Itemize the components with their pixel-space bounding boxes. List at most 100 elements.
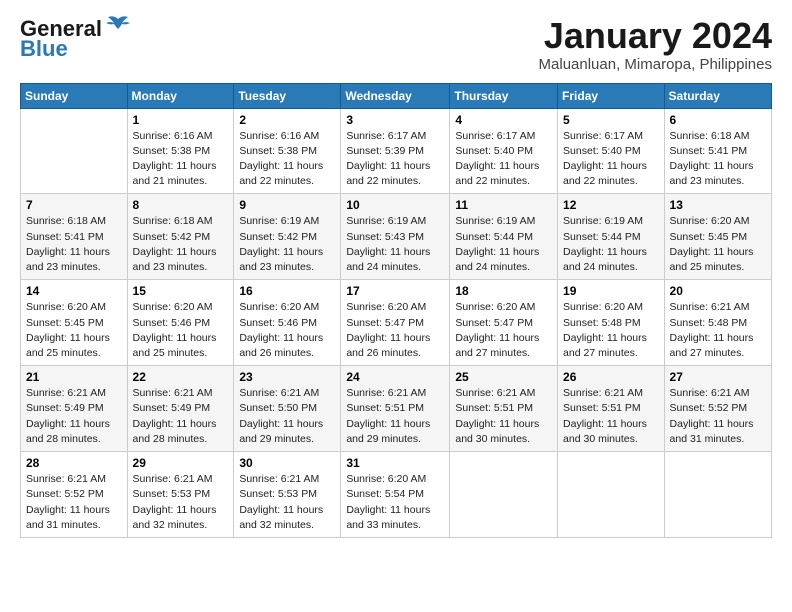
header-day: Sunday	[21, 83, 128, 108]
day-info: Sunrise: 6:20 AMSunset: 5:46 PMDaylight:…	[239, 300, 335, 361]
header-day: Monday	[127, 83, 234, 108]
day-info: Sunrise: 6:21 AMSunset: 5:50 PMDaylight:…	[239, 386, 335, 447]
week-row: 21 Sunrise: 6:21 AMSunset: 5:49 PMDayligh…	[21, 366, 772, 452]
day-info: Sunrise: 6:19 AMSunset: 5:43 PMDaylight:…	[346, 214, 444, 275]
day-cell: 6Sunrise: 6:18 AMSunset: 5:41 PMDaylight…	[664, 108, 771, 194]
day-info: Sunrise: 6:20 AMSunset: 5:47 PMDaylight:…	[346, 300, 444, 361]
day-number: 12	[563, 198, 659, 212]
day-cell	[21, 108, 128, 194]
day-info: Sunrise: 6:21 AMSunset: 5:51 PMDaylight:…	[346, 386, 444, 447]
day-number: 31	[346, 456, 444, 470]
day-info: Sunrise: 6:17 AMSunset: 5:40 PMDaylight:…	[455, 129, 552, 190]
day-cell: 1 Sunrise: 6:16 AMSunset: 5:38 PMDaylight…	[127, 108, 234, 194]
day-number: 10	[346, 198, 444, 212]
day-info: Sunrise: 6:21 AMSunset: 5:52 PMDaylight:…	[26, 472, 122, 533]
day-cell: 3 Sunrise: 6:17 AMSunset: 5:39 PMDaylight…	[341, 108, 450, 194]
day-info: Sunrise: 6:21 AMSunset: 5:51 PMDaylight:…	[455, 386, 552, 447]
logo-blue-text: Blue	[20, 37, 68, 61]
day-number: 8	[133, 198, 229, 212]
day-cell: 27 Sunrise: 6:21 AMSunset: 5:52 PMDayligh…	[664, 366, 771, 452]
day-cell: 14Sunrise: 6:20 AMSunset: 5:45 PMDayligh…	[21, 280, 128, 366]
header: General Blue January 2024 Maluanluan, Mi…	[20, 16, 772, 73]
day-cell: 17 Sunrise: 6:20 AMSunset: 5:47 PMDayligh…	[341, 280, 450, 366]
day-cell: 7 Sunrise: 6:18 AMSunset: 5:41 PMDaylight…	[21, 194, 128, 280]
day-number: 3	[346, 113, 444, 127]
day-info: Sunrise: 6:21 AMSunset: 5:49 PMDaylight:…	[26, 386, 122, 447]
day-info: Sunrise: 6:18 AMSunset: 5:42 PMDaylight:…	[133, 214, 229, 275]
day-info: Sunrise: 6:21 AMSunset: 5:49 PMDaylight:…	[133, 386, 229, 447]
day-number: 16	[239, 284, 335, 298]
day-number: 7	[26, 198, 122, 212]
day-info: Sunrise: 6:21 AMSunset: 5:51 PMDaylight:…	[563, 386, 659, 447]
day-info: Sunrise: 6:19 AMSunset: 5:44 PMDaylight:…	[563, 214, 659, 275]
day-cell: 15 Sunrise: 6:20 AMSunset: 5:46 PMDayligh…	[127, 280, 234, 366]
day-cell	[450, 452, 558, 538]
week-row: 7 Sunrise: 6:18 AMSunset: 5:41 PMDaylight…	[21, 194, 772, 280]
header-row: SundayMondayTuesdayWednesdayThursdayFrid…	[21, 83, 772, 108]
day-info: Sunrise: 6:16 AMSunset: 5:38 PMDaylight:…	[133, 129, 229, 190]
day-number: 17	[346, 284, 444, 298]
week-row: 14Sunrise: 6:20 AMSunset: 5:45 PMDayligh…	[21, 280, 772, 366]
day-number: 28	[26, 456, 122, 470]
day-number: 24	[346, 370, 444, 384]
day-number: 13	[670, 198, 766, 212]
logo-bird-icon	[104, 15, 132, 37]
day-cell: 4 Sunrise: 6:17 AMSunset: 5:40 PMDaylight…	[450, 108, 558, 194]
day-cell: 30 Sunrise: 6:21 AMSunset: 5:53 PMDayligh…	[234, 452, 341, 538]
day-number: 21	[26, 370, 122, 384]
day-number: 2	[239, 113, 335, 127]
day-cell: 16 Sunrise: 6:20 AMSunset: 5:46 PMDayligh…	[234, 280, 341, 366]
day-info: Sunrise: 6:21 AMSunset: 5:52 PMDaylight:…	[670, 386, 766, 447]
day-info: Sunrise: 6:20 AMSunset: 5:46 PMDaylight:…	[133, 300, 229, 361]
day-number: 29	[133, 456, 229, 470]
day-number: 1	[133, 113, 229, 127]
day-cell: 31Sunrise: 6:20 AMSunset: 5:54 PMDayligh…	[341, 452, 450, 538]
day-cell: 13 Sunrise: 6:20 AMSunset: 5:45 PMDayligh…	[664, 194, 771, 280]
header-day: Wednesday	[341, 83, 450, 108]
day-number: 4	[455, 113, 552, 127]
day-cell: 18 Sunrise: 6:20 AMSunset: 5:47 PMDayligh…	[450, 280, 558, 366]
day-info: Sunrise: 6:18 AMSunset: 5:41 PMDaylight:…	[26, 214, 122, 275]
day-info: Sunrise: 6:18 AMSunset: 5:41 PMDaylight:…	[670, 129, 766, 190]
day-cell: 10 Sunrise: 6:19 AMSunset: 5:43 PMDayligh…	[341, 194, 450, 280]
day-info: Sunrise: 6:17 AMSunset: 5:39 PMDaylight:…	[346, 129, 444, 190]
calendar-header: SundayMondayTuesdayWednesdayThursdayFrid…	[21, 83, 772, 108]
day-number: 9	[239, 198, 335, 212]
day-number: 27	[670, 370, 766, 384]
day-info: Sunrise: 6:16 AMSunset: 5:38 PMDaylight:…	[239, 129, 335, 190]
day-cell: 2 Sunrise: 6:16 AMSunset: 5:38 PMDaylight…	[234, 108, 341, 194]
day-cell: 24 Sunrise: 6:21 AMSunset: 5:51 PMDayligh…	[341, 366, 450, 452]
day-number: 20	[670, 284, 766, 298]
day-number: 23	[239, 370, 335, 384]
day-number: 15	[133, 284, 229, 298]
day-cell: 20Sunrise: 6:21 AMSunset: 5:48 PMDayligh…	[664, 280, 771, 366]
calendar-body: 1 Sunrise: 6:16 AMSunset: 5:38 PMDaylight…	[21, 108, 772, 537]
day-number: 5	[563, 113, 659, 127]
day-number: 26	[563, 370, 659, 384]
day-info: Sunrise: 6:17 AMSunset: 5:40 PMDaylight:…	[563, 129, 659, 190]
header-day: Tuesday	[234, 83, 341, 108]
day-cell: 23 Sunrise: 6:21 AMSunset: 5:50 PMDayligh…	[234, 366, 341, 452]
header-day: Thursday	[450, 83, 558, 108]
day-number: 22	[133, 370, 229, 384]
calendar-title: January 2024	[539, 16, 772, 56]
day-number: 14	[26, 284, 122, 298]
day-info: Sunrise: 6:20 AMSunset: 5:45 PMDaylight:…	[670, 214, 766, 275]
day-info: Sunrise: 6:20 AMSunset: 5:47 PMDaylight:…	[455, 300, 552, 361]
day-number: 19	[563, 284, 659, 298]
week-row: 28 Sunrise: 6:21 AMSunset: 5:52 PMDayligh…	[21, 452, 772, 538]
day-cell: 22 Sunrise: 6:21 AMSunset: 5:49 PMDayligh…	[127, 366, 234, 452]
week-row: 1 Sunrise: 6:16 AMSunset: 5:38 PMDaylight…	[21, 108, 772, 194]
day-cell: 28 Sunrise: 6:21 AMSunset: 5:52 PMDayligh…	[21, 452, 128, 538]
day-cell: 21 Sunrise: 6:21 AMSunset: 5:49 PMDayligh…	[21, 366, 128, 452]
day-info: Sunrise: 6:21 AMSunset: 5:53 PMDaylight:…	[239, 472, 335, 533]
day-cell: 12 Sunrise: 6:19 AMSunset: 5:44 PMDayligh…	[558, 194, 665, 280]
title-area: January 2024 Maluanluan, Mimaropa, Phili…	[539, 16, 772, 73]
day-cell	[664, 452, 771, 538]
day-cell: 29Sunrise: 6:21 AMSunset: 5:53 PMDayligh…	[127, 452, 234, 538]
day-number: 18	[455, 284, 552, 298]
day-cell: 11Sunrise: 6:19 AMSunset: 5:44 PMDayligh…	[450, 194, 558, 280]
day-number: 30	[239, 456, 335, 470]
calendar-subtitle: Maluanluan, Mimaropa, Philippines	[539, 56, 772, 73]
day-cell: 26 Sunrise: 6:21 AMSunset: 5:51 PMDayligh…	[558, 366, 665, 452]
